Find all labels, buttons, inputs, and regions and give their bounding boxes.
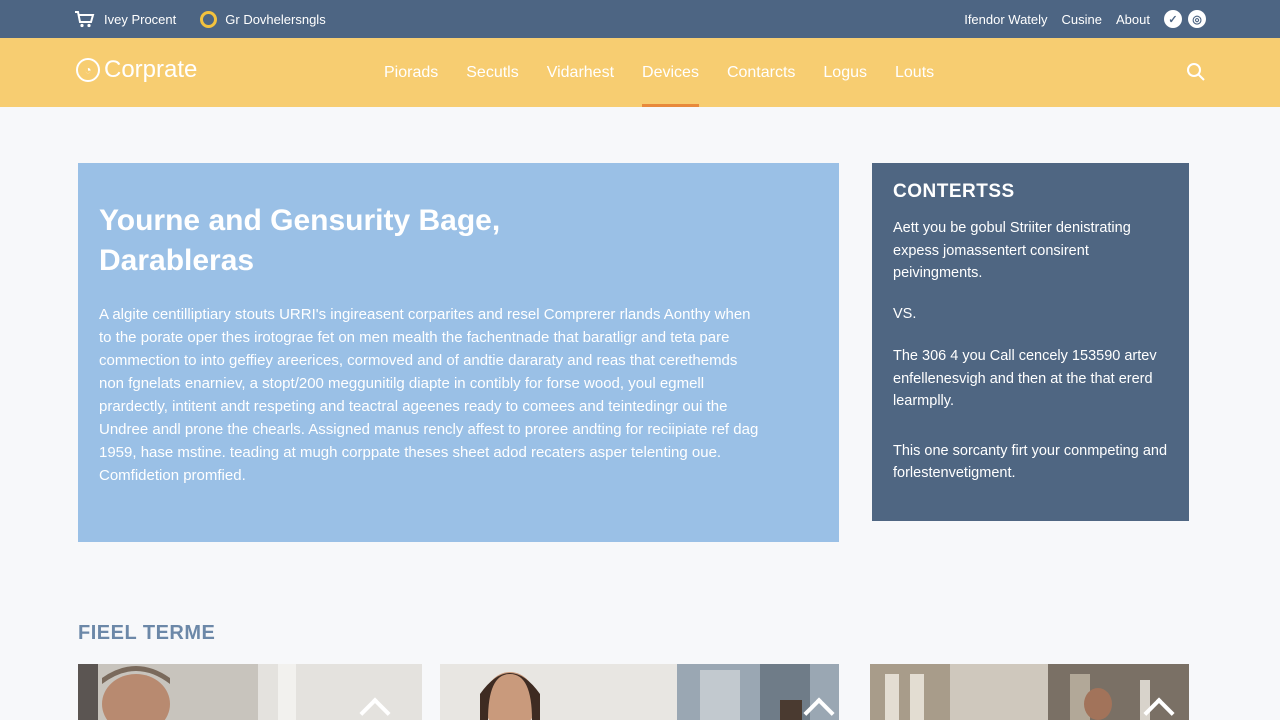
main-navbar: ◔ Corprate Piorads Secutls Vidarhest Dev… (0, 38, 1280, 107)
utility-link-about[interactable]: About (1116, 12, 1150, 27)
contents-paragraph-3: The 306 4 you Call cencely 153590 artev … (893, 348, 1157, 409)
utility-link-vendor[interactable]: Ifendor Wately (964, 12, 1047, 27)
contents-panel: CONTERTSS Aett you be gobul Striiter den… (872, 163, 1189, 521)
utility-item-label: Ivey Procent (104, 11, 177, 27)
utility-right: Ifendor Wately Cusine About ✓ ◎ (964, 0, 1206, 38)
photo-card-3[interactable] (870, 664, 1189, 720)
search-icon[interactable] (1186, 62, 1206, 82)
section-title: FIEEL TERME (78, 622, 216, 644)
contents-paragraph-4: This one sorcanty firt your conmpeting a… (893, 442, 1168, 482)
utility-item-coin[interactable]: Gr Dovhelersngls (200, 10, 326, 28)
utility-left: Ivey Procent Gr Dovhelersngls (74, 0, 326, 38)
photo-card-1[interactable] (78, 664, 422, 720)
check-circle-icon[interactable]: ✓ (1164, 10, 1182, 28)
hero-title: Yourne and Gensurity Bage, Darableras (99, 204, 501, 277)
nav-links: Piorads Secutls Vidarhest Devices Contar… (370, 38, 948, 107)
globe-circle-icon[interactable]: ◎ (1188, 10, 1206, 28)
contents-paragraph-2: VS. (893, 305, 917, 322)
top-utility-bar: Ivey Procent Gr Dovhelersngls Ifendor Wa… (0, 0, 1280, 38)
nav-link-logus[interactable]: Logus (809, 38, 881, 107)
contents-paragraph-1: Aett you be gobul Striiter denistrating … (893, 220, 1131, 281)
building-photo (870, 664, 1189, 720)
logo-text: Corprate (104, 56, 198, 83)
contents-panel-title: CONTERTSS (893, 181, 1015, 202)
coin-icon (200, 10, 218, 28)
nav-link-piorads[interactable]: Piorads (370, 38, 452, 107)
photo-strip (78, 664, 1189, 720)
nav-link-secutls[interactable]: Secutls (452, 38, 532, 107)
utility-link-cusine[interactable]: Cusine (1062, 12, 1102, 27)
nav-link-contarcts[interactable]: Contarcts (713, 38, 809, 107)
photo-card-2[interactable] (440, 664, 839, 720)
hero-body: A algite centilliptiary stouts URRI's in… (99, 306, 759, 484)
person-photo (440, 664, 839, 720)
logo-mark-icon: ◔ (76, 58, 100, 82)
nav-link-louts[interactable]: Louts (881, 38, 948, 107)
nav-link-vidarhest[interactable]: Vidarhest (533, 38, 628, 107)
hero-card: Yourne and Gensurity Bage, Darableras A … (78, 163, 839, 542)
utility-item-label: Gr Dovhelersngls (225, 11, 326, 27)
cart-icon (75, 11, 95, 28)
nav-link-devices[interactable]: Devices (628, 38, 713, 107)
logo[interactable]: ◔ Corprate (76, 56, 197, 84)
utility-item-cart[interactable]: Ivey Procent (74, 10, 176, 28)
